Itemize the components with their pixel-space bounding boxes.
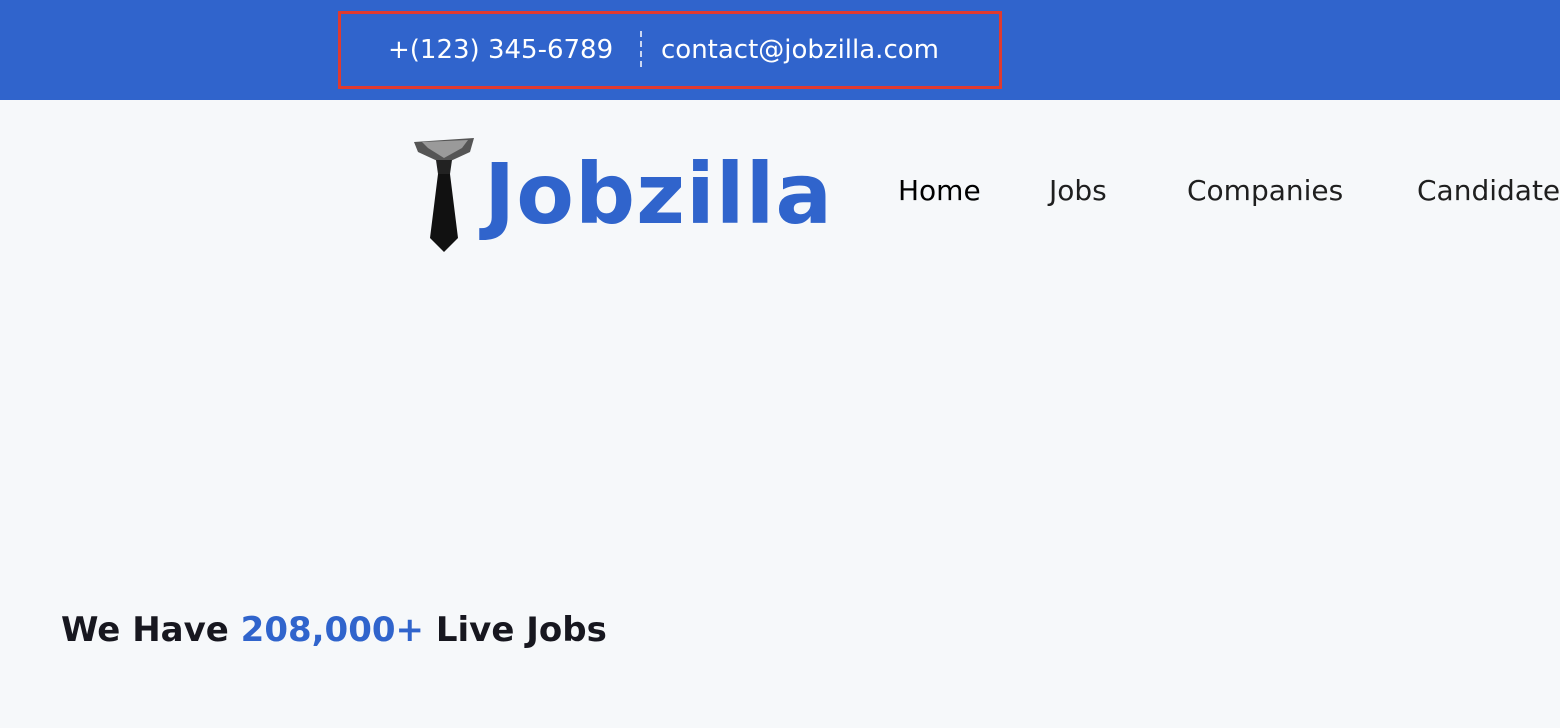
top-contact-bar: +(123) 345-6789 contact@jobzilla.com — [0, 0, 1560, 100]
hero-job-count: 208,000+ — [240, 610, 425, 650]
email-link[interactable]: contact@jobzilla.com — [661, 31, 939, 69]
hero-title-prefix: We Have — [61, 610, 229, 650]
hero-title: We Have 208,000+ Live Jobs — [61, 604, 607, 656]
nav-item-jobs[interactable]: Jobs — [1049, 166, 1107, 216]
phone-link[interactable]: +(123) 345-6789 — [388, 31, 613, 69]
main-nav: Home Jobs Companies Candidates — [0, 166, 1560, 216]
contact-divider — [640, 31, 642, 67]
nav-item-companies[interactable]: Companies — [1187, 166, 1343, 216]
nav-item-candidates[interactable]: Candidates — [1417, 166, 1560, 216]
nav-item-home[interactable]: Home — [898, 166, 981, 216]
hero-title-suffix: Live Jobs — [435, 610, 607, 650]
